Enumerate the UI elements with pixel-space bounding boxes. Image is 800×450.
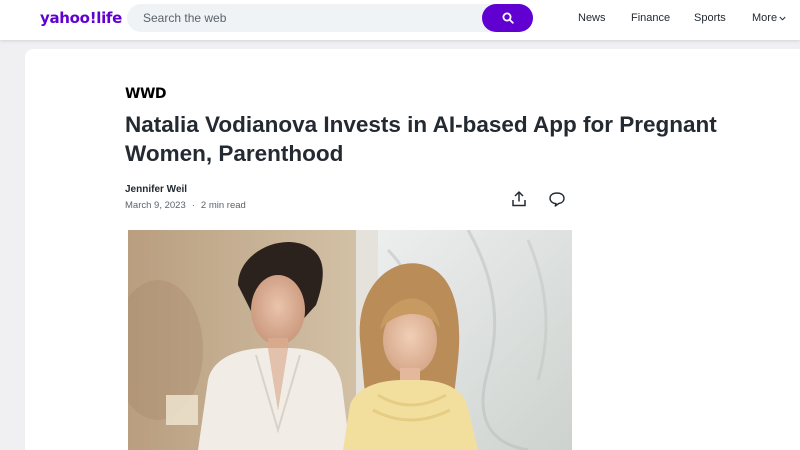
- search-button[interactable]: [482, 4, 533, 32]
- article-card: WWD Natalia Vodianova Invests in AI-base…: [25, 49, 800, 450]
- share-icon: [512, 191, 526, 207]
- nav-more[interactable]: More: [752, 12, 786, 24]
- article-meta: March 9, 2023 · 2 min read: [125, 200, 246, 211]
- chevron-down-icon: [779, 16, 786, 21]
- nav-finance[interactable]: Finance: [631, 12, 670, 24]
- comment-icon: [549, 192, 565, 207]
- article-title: Natalia Vodianova Invests in AI-based Ap…: [125, 112, 717, 166]
- read-time: 2 min read: [200, 200, 246, 211]
- author-name[interactable]: Jennifer Weil: [125, 184, 187, 195]
- article-hero-image: [128, 230, 572, 450]
- meta-separator: ·: [191, 200, 195, 211]
- search-bar: [127, 4, 533, 32]
- nav-sports[interactable]: Sports: [694, 12, 726, 24]
- publish-date: March 9, 2023: [125, 200, 186, 211]
- top-header: yahoo!life News Finance Sports More: [0, 0, 800, 40]
- nav-more-label: More: [752, 12, 778, 24]
- share-button[interactable]: [509, 189, 529, 209]
- yahoo-life-logo[interactable]: yahoo!life: [40, 9, 122, 27]
- search-input[interactable]: [143, 4, 473, 32]
- comment-button[interactable]: [547, 189, 567, 209]
- nav-news[interactable]: News: [578, 12, 606, 24]
- source-logo[interactable]: WWD: [125, 86, 167, 102]
- search-icon: [502, 12, 514, 24]
- hero-photo: [128, 230, 572, 450]
